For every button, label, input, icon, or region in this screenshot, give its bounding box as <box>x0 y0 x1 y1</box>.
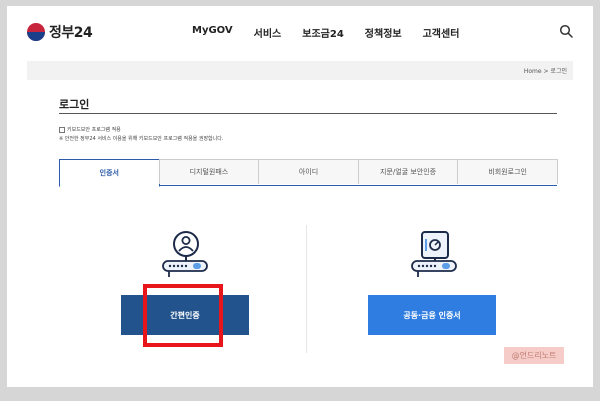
keyboard-security-checkbox[interactable] <box>59 126 65 133</box>
highlight-box <box>143 284 223 347</box>
financial-certificate-button[interactable]: 공동·금융 인증서 <box>368 295 496 335</box>
breadcrumb-bar: Home > 로그인 <box>27 61 573 80</box>
login-tabs: 인증서 디지털원패스 아이디 지문/얼굴 보안인증 비회원로그인 <box>59 159 558 187</box>
tab-guest-login[interactable]: 비회원로그인 <box>457 159 558 184</box>
column-divider <box>306 225 307 353</box>
main-nav: MyGOV 서비스 보조금24 정책정보 고객센터 <box>192 25 480 40</box>
breadcrumb[interactable]: Home > 로그인 <box>524 66 567 75</box>
site-header: 정부24 MyGOV 서비스 보조금24 정책정보 고객센터 <box>7 6 593 56</box>
tab-certificate[interactable]: 인증서 <box>59 159 160 187</box>
search-icon[interactable] <box>559 24 573 38</box>
page-title: 로그인 <box>59 98 90 111</box>
tab-biometric[interactable]: 지문/얼굴 보안인증 <box>357 159 459 184</box>
nav-services[interactable]: 서비스 <box>254 25 282 40</box>
keyboard-security-section: 키보드보안 프로그램 적용 ※ 안전한 정부24 서비스 이용을 위해 키보드보… <box>59 126 223 144</box>
tab-digital-onepass[interactable]: 디지털원패스 <box>158 159 260 184</box>
keyboard-security-notice: ※ 안전한 정부24 서비스 이용을 위해 키보드보안 프로그램 적용을 권장합… <box>59 136 224 142</box>
person-auth-icon <box>162 231 208 277</box>
certificate-safe-icon <box>411 231 457 277</box>
tab-id[interactable]: 아이디 <box>258 159 359 184</box>
browser-frame: 정부24 MyGOV 서비스 보조금24 정책정보 고객센터 Home > 로그… <box>7 6 593 387</box>
watermark: @언드리노트 <box>504 347 564 364</box>
keyboard-security-label: 키보드보안 프로그램 적용 <box>67 127 121 133</box>
logo-text: 정부24 <box>49 25 93 41</box>
keyboard-security-option[interactable]: 키보드보안 프로그램 적용 <box>59 126 223 135</box>
nav-customer-center[interactable]: 고객센터 <box>423 25 460 40</box>
title-divider <box>59 113 557 114</box>
nav-policy[interactable]: 정책정보 <box>365 25 402 40</box>
nav-mygov[interactable]: MyGOV <box>192 25 233 40</box>
taegeuk-logo-icon <box>27 23 45 41</box>
site-logo[interactable]: 정부24 <box>27 22 93 42</box>
nav-subsidy[interactable]: 보조금24 <box>302 25 344 40</box>
